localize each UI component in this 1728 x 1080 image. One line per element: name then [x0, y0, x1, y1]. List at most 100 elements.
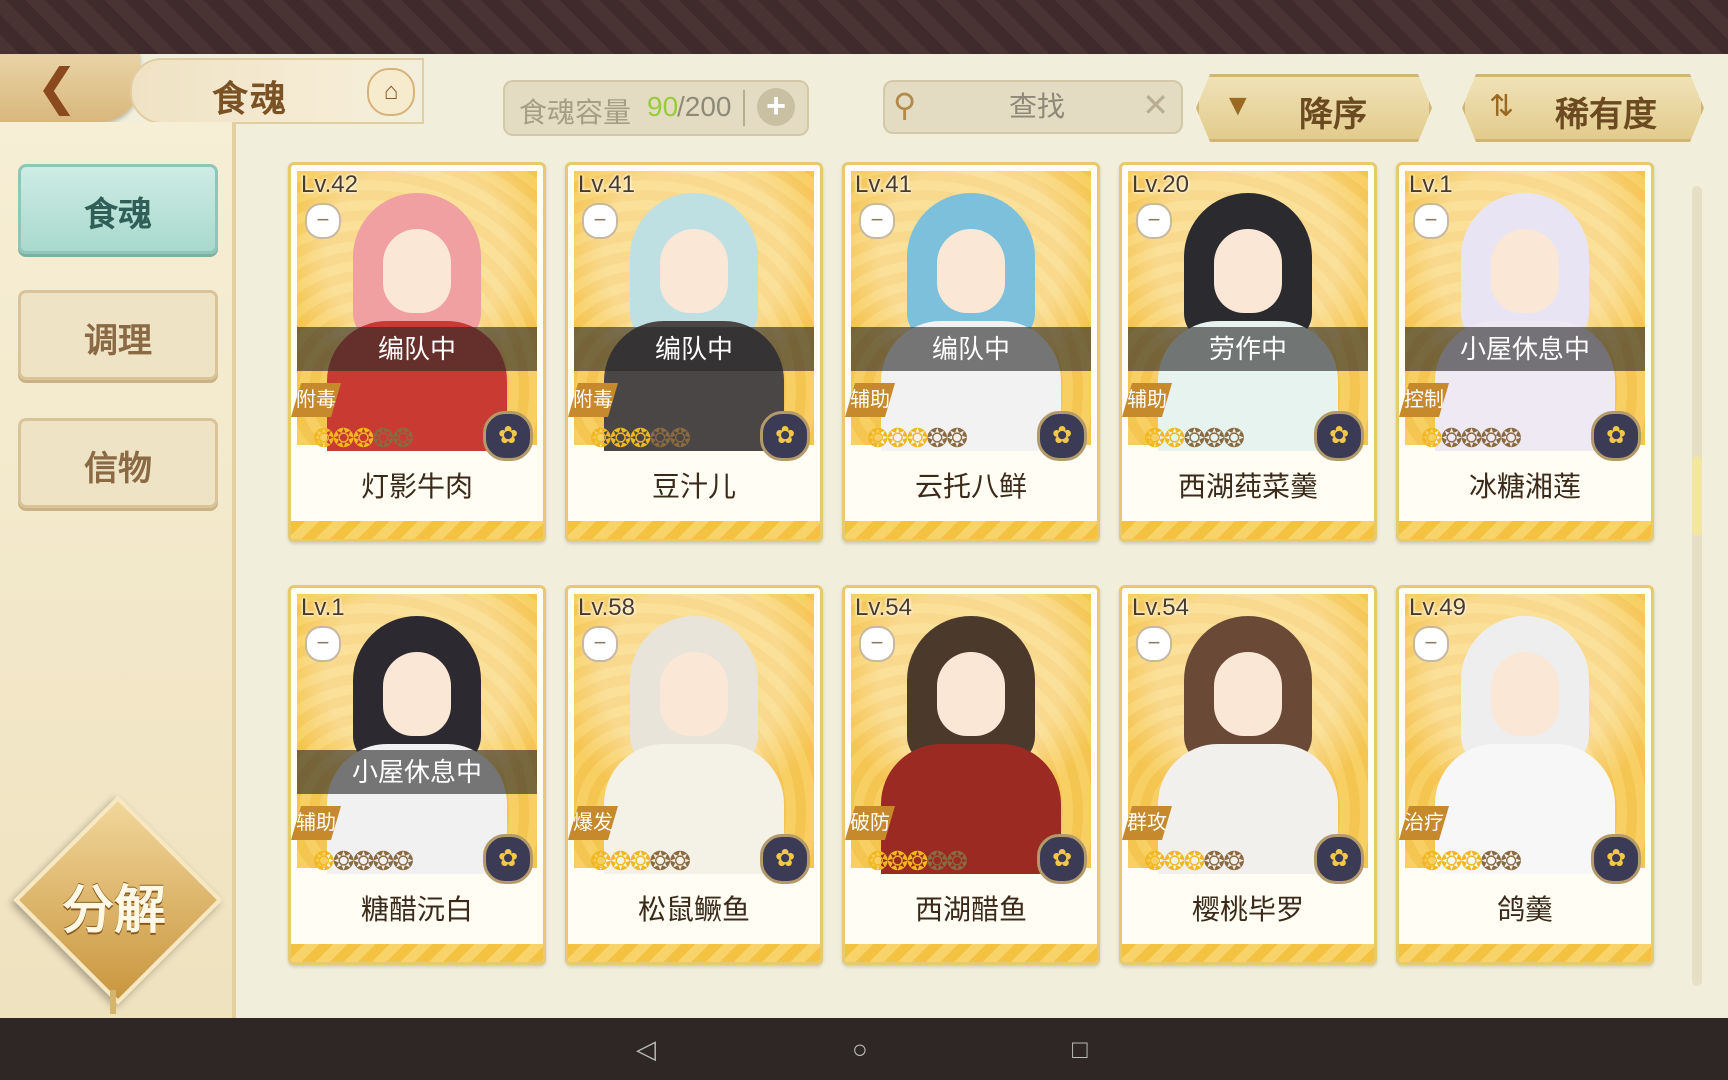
status-band: 编队中	[851, 327, 1091, 371]
card-footer-decor	[291, 944, 543, 962]
flame-icon: ❂	[1144, 423, 1166, 453]
flame-icon: ❂	[946, 423, 968, 453]
flame-icon: ❂	[1480, 423, 1502, 453]
status-band: 小屋休息中	[1405, 327, 1645, 371]
flame-icon: ❂	[352, 846, 375, 876]
food-soul-card[interactable]: Lv.58 − 爆发 ❂❂❂❂❂ ✿ 松鼠鳜鱼	[565, 585, 823, 965]
flame-icon: ❂	[629, 423, 652, 453]
flower-icon: ✿	[1314, 411, 1364, 461]
flame-icon: ❂	[867, 423, 889, 453]
portrait-face	[1491, 652, 1559, 736]
food-soul-card[interactable]: Lv.1 − 小屋休息中 辅助 ❂❂❂❂❂ ✿ 糖醋沅白	[288, 585, 546, 965]
clear-icon[interactable]: ✕	[1142, 86, 1169, 124]
star-rank: ❂❂❂❂❂	[313, 846, 414, 877]
flower-icon: ✿	[1037, 411, 1087, 461]
flame-icon: ❂	[332, 846, 355, 876]
food-soul-card[interactable]: Lv.20 − 劳作中 辅助 ❂❂❂❂❂ ✿ 西湖莼菜羹	[1119, 162, 1377, 542]
star-rank: ❂❂❂❂❂	[1144, 846, 1245, 877]
search-icon: ⚲	[893, 87, 917, 123]
status-band: 劳作中	[1128, 327, 1368, 371]
flame-icon: ❂	[649, 423, 671, 453]
flame-icon: ❂	[886, 846, 909, 876]
status-band: 小屋休息中	[297, 750, 537, 794]
sort-order-button[interactable]: ▼ 降序	[1196, 74, 1432, 142]
flame-icon: ❂	[649, 846, 671, 876]
flame-icon: ❂	[629, 846, 652, 876]
level-label: Lv.41	[855, 171, 912, 198]
card-name: 西湖醋鱼	[914, 894, 1027, 925]
card-name: 冰糖湘莲	[1468, 471, 1581, 502]
food-soul-card[interactable]: Lv.42 − 编队中 附毒 ❂❂❂❂❂ ✿ 灯影牛肉	[288, 162, 546, 542]
mood-icon: −	[859, 626, 895, 662]
level-label: Lv.49	[1409, 594, 1466, 621]
level-label: Lv.54	[1132, 594, 1189, 621]
nav-recents-button[interactable]: □	[1072, 1036, 1088, 1062]
star-rank: ❂❂❂❂❂	[1144, 423, 1245, 454]
search-input[interactable]	[945, 88, 1129, 126]
scrollbar[interactable]	[1692, 186, 1702, 986]
flame-icon: ❂	[1460, 846, 1483, 876]
tab-tokens[interactable]: 信物	[18, 418, 218, 508]
flame-icon: ❂	[906, 423, 929, 453]
expand-capacity-button[interactable]: +	[757, 88, 795, 126]
flower-icon: ✿	[760, 411, 810, 461]
decompose-label: 分解	[61, 882, 166, 940]
back-button[interactable]: ❮	[0, 54, 140, 122]
title-plate: 食魂 ⌂	[130, 58, 424, 124]
food-soul-card[interactable]: Lv.41 − 编队中 辅助 ❂❂❂❂❂ ✿ 云托八鲜	[842, 162, 1100, 542]
mood-icon: −	[305, 626, 341, 662]
capacity-current: 90	[647, 91, 679, 122]
flame-icon: ❂	[609, 423, 632, 453]
flame-icon: ❂	[669, 423, 691, 453]
food-soul-card[interactable]: Lv.54 − 群攻 ❂❂❂❂❂ ✿ 樱桃毕罗	[1119, 585, 1377, 965]
flame-icon: ❂	[332, 423, 355, 453]
back-arrow-icon: ❮	[36, 59, 78, 115]
flame-icon: ❂	[372, 846, 394, 876]
flower-icon: ✿	[1591, 411, 1641, 461]
swap-icon: ⇅	[1489, 90, 1515, 123]
card-footer-decor	[568, 521, 820, 539]
capacity-divider	[743, 90, 745, 126]
sort-order-label: 降序	[1299, 96, 1367, 134]
house-icon[interactable]: ⌂	[367, 68, 415, 116]
level-label: Lv.54	[855, 594, 912, 621]
flame-icon: ❂	[609, 846, 632, 876]
triangle-down-icon: ▼	[1223, 89, 1253, 122]
food-soul-card[interactable]: Lv.49 − 治疗 ❂❂❂❂❂ ✿ 鸽羹	[1396, 585, 1654, 965]
nav-back-button[interactable]: ◁	[636, 1036, 656, 1062]
food-soul-card[interactable]: Lv.1 − 小屋休息中 控制 ❂❂❂❂❂ ✿ 冰糖湘莲	[1396, 162, 1654, 542]
flame-icon: ❂	[1500, 423, 1522, 453]
food-soul-card[interactable]: Lv.54 − 破防 ❂❂❂❂❂ ✿ 西湖醋鱼	[842, 585, 1100, 965]
card-name: 糖醋沅白	[360, 894, 473, 925]
tab-food-souls[interactable]: 食魂	[18, 164, 218, 254]
flame-icon: ❂	[392, 423, 414, 453]
level-label: Lv.1	[301, 594, 345, 621]
flame-icon: ❂	[1144, 846, 1166, 876]
mood-icon: −	[582, 626, 618, 662]
sort-field-button[interactable]: ⇅ 稀有度	[1462, 74, 1704, 142]
portrait-face	[1214, 652, 1282, 736]
flower-icon: ✿	[483, 411, 533, 461]
flame-icon: ❂	[1500, 846, 1522, 876]
scroll-thumb[interactable]	[1692, 456, 1702, 536]
card-name: 樱桃毕罗	[1191, 894, 1304, 925]
flame-icon: ❂	[886, 423, 909, 453]
flame-icon: ❂	[1203, 423, 1225, 453]
tab-label: 食魂	[84, 196, 152, 234]
mood-icon: −	[1413, 626, 1449, 662]
card-footer-decor	[291, 521, 543, 539]
nav-home-button[interactable]: ○	[852, 1036, 868, 1062]
level-label: Lv.1	[1409, 171, 1453, 198]
flame-icon: ❂	[906, 846, 929, 876]
food-soul-card[interactable]: Lv.41 − 编队中 附毒 ❂❂❂❂❂ ✿ 豆汁儿	[565, 162, 823, 542]
flame-icon: ❂	[669, 846, 691, 876]
tab-conditioning[interactable]: 调理	[18, 290, 218, 380]
flame-icon: ❂	[1421, 846, 1443, 876]
flame-icon: ❂	[1183, 423, 1206, 453]
flame-icon: ❂	[1460, 423, 1483, 453]
card-name: 云托八鲜	[914, 471, 1027, 502]
portrait-face	[1491, 229, 1559, 313]
flame-icon: ❂	[1163, 846, 1186, 876]
card-name: 西湖莼菜羹	[1177, 471, 1318, 502]
mood-icon: −	[1413, 203, 1449, 239]
